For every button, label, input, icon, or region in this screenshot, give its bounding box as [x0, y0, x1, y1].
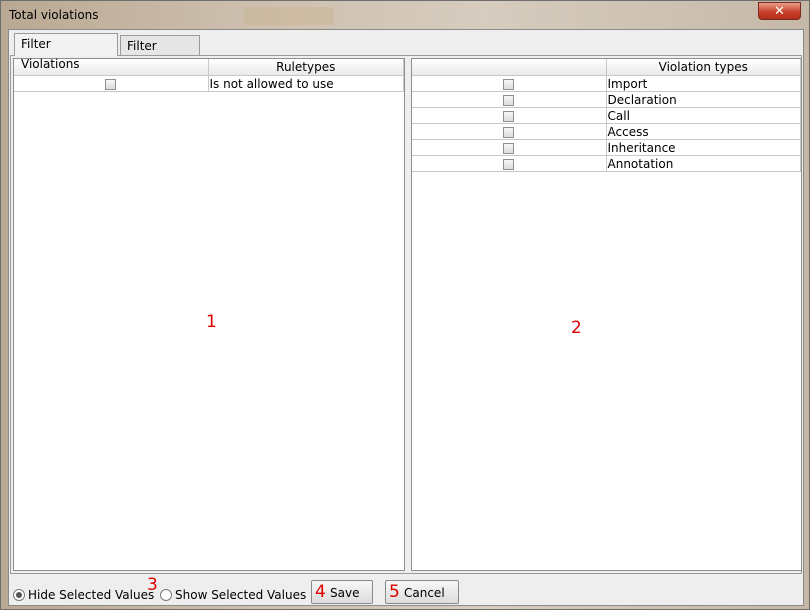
row-checkbox[interactable] [105, 78, 117, 90]
violation-types-grid: Violation types Import Declaration Call [412, 59, 801, 172]
annotation-marker-5: 5 [389, 582, 400, 602]
annotation-marker-3: 3 [147, 575, 158, 595]
table-row[interactable]: Annotation [412, 155, 801, 172]
violation-type-cell: Declaration [605, 91, 801, 108]
hide-selected-label[interactable]: Hide Selected Values [28, 588, 154, 602]
column-header-select[interactable] [412, 59, 607, 76]
client-area: Filter Violations Filter Paths Ruletypes… [8, 29, 804, 606]
window-title: Total violations [9, 8, 99, 22]
table-row[interactable]: Call [412, 107, 801, 124]
save-label: Save [330, 586, 360, 600]
violation-type-cell: Import [605, 75, 801, 92]
violation-type-cell: Access [605, 123, 801, 140]
row-checkbox[interactable] [503, 142, 515, 154]
show-selected-label[interactable]: Show Selected Values [175, 588, 306, 602]
tab-filter-paths[interactable]: Filter Paths [120, 35, 200, 73]
close-button[interactable]: ✕ [758, 2, 801, 20]
table-row[interactable]: Declaration [412, 91, 801, 108]
ruletypes-table: Ruletypes Is not allowed to use 1 [13, 58, 405, 571]
dialog-window: Total violations ✕ Filter Violations Fil… [0, 0, 810, 610]
violation-types-table: Violation types Import Declaration Call [411, 58, 802, 571]
table-row[interactable]: Import [412, 75, 801, 92]
table-row[interactable]: Is not allowed to use [14, 75, 404, 92]
row-checkbox[interactable] [503, 94, 515, 106]
annotation-marker-1: 1 [206, 312, 217, 332]
annotation-marker-2: 2 [571, 318, 582, 338]
row-checkbox[interactable] [503, 126, 515, 138]
save-button[interactable]: 4 Save [311, 580, 373, 604]
cancel-label: Cancel [404, 586, 445, 600]
table-row[interactable]: Inheritance [412, 139, 801, 156]
violation-type-cell: Annotation [605, 155, 801, 172]
row-checkbox[interactable] [503, 78, 515, 90]
column-header-ruletypes[interactable]: Ruletypes [207, 59, 404, 76]
tab-filter-violations[interactable]: Filter Violations [14, 33, 118, 71]
violation-type-cell: Call [605, 107, 801, 124]
cancel-button[interactable]: 5 Cancel [385, 580, 459, 604]
show-selected-radio[interactable] [160, 589, 172, 601]
filter-violations-panel: Ruletypes Is not allowed to use 1 Violat… [10, 55, 802, 574]
table-header-row: Violation types [412, 59, 801, 76]
annotation-marker-4: 4 [315, 582, 326, 602]
background-blur [244, 7, 334, 25]
table-row[interactable]: Access [412, 123, 801, 140]
violation-type-cell: Inheritance [605, 139, 801, 156]
title-bar[interactable]: Total violations ✕ [1, 1, 809, 29]
ruletype-cell: Is not allowed to use [207, 75, 404, 92]
row-checkbox[interactable] [503, 110, 515, 122]
hide-selected-radio[interactable] [13, 589, 25, 601]
row-checkbox[interactable] [503, 158, 515, 170]
column-header-violation-types[interactable]: Violation types [605, 59, 801, 76]
